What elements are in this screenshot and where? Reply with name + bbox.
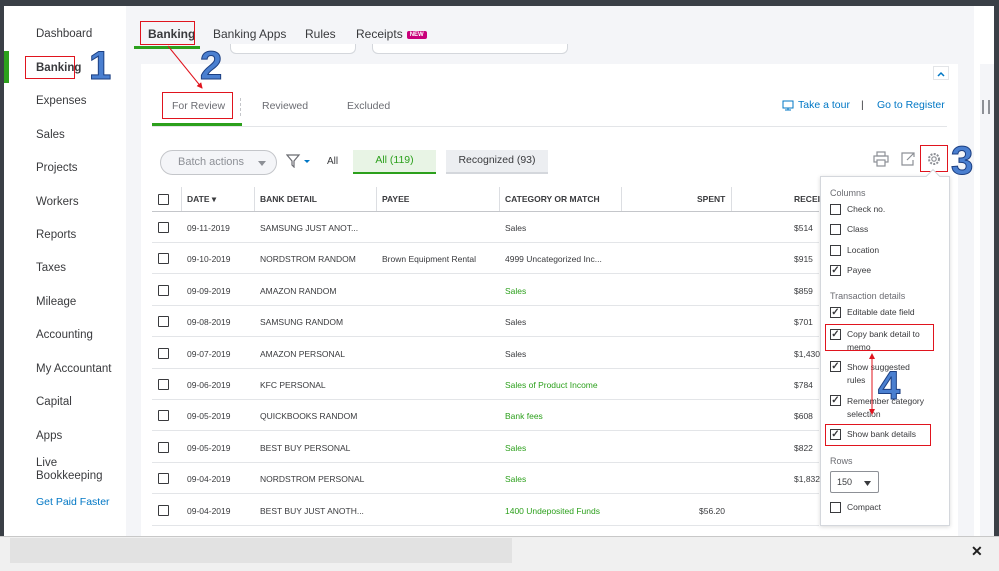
bottom-bar-field <box>10 538 512 563</box>
annotation-number-4: 4 <box>877 364 901 408</box>
annotation-arrows <box>167 45 875 415</box>
annotation-number-3: 3 <box>950 139 974 183</box>
annotation-number-2: 2 <box>199 44 223 88</box>
close-icon[interactable]: ✕ <box>971 543 983 560</box>
annotation-number-1: 1 <box>88 44 112 88</box>
arrow-to-for-review <box>167 45 203 89</box>
